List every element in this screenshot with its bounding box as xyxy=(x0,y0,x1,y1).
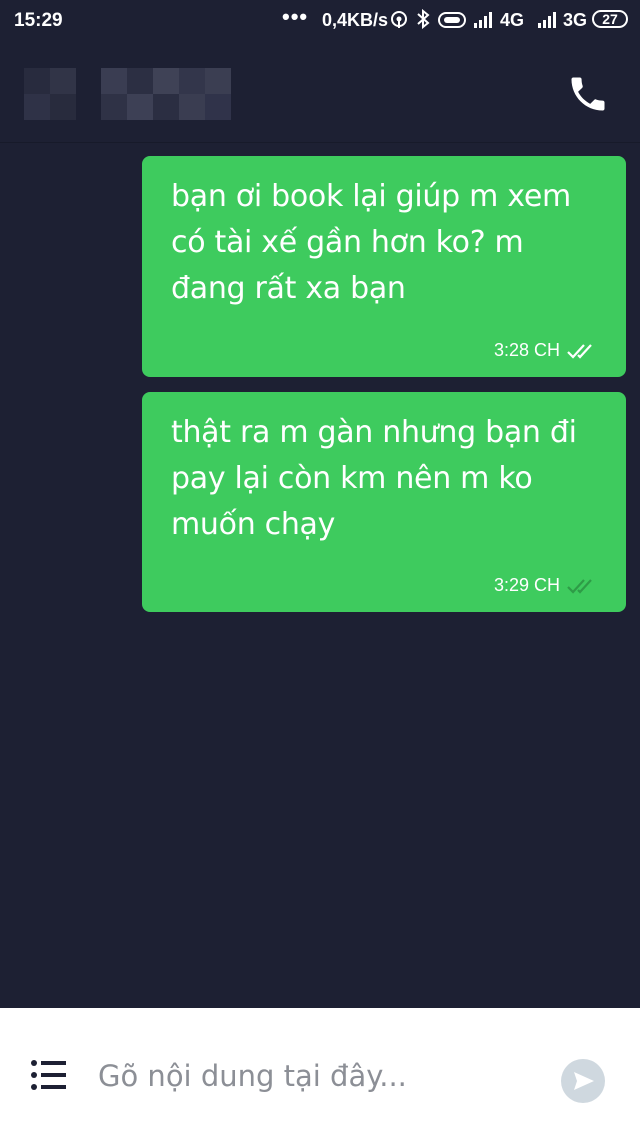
blurred-contact-name[interactable] xyxy=(101,68,231,120)
message-text: thật ra m gàn nhưng bạn đi pay lại còn k… xyxy=(171,415,577,542)
message-input[interactable] xyxy=(98,1054,538,1098)
double-check-icon xyxy=(567,343,592,359)
message-time: 3:28 CH xyxy=(493,340,560,360)
vpn-key-icon xyxy=(438,12,466,34)
message-bubble[interactable]: thật ra m gàn nhưng bạn đi pay lại còn k… xyxy=(142,392,626,612)
send-button[interactable] xyxy=(561,1059,605,1103)
message-composer xyxy=(0,1008,640,1137)
message-time: 3:29 CH xyxy=(493,575,560,595)
status-time: 15:29 xyxy=(14,10,63,31)
network-speed: 0,4KB/s xyxy=(322,10,389,30)
network-type-2: 3G xyxy=(563,10,588,30)
battery-level: 27 xyxy=(602,11,618,27)
status-dots: ••• xyxy=(282,4,309,29)
message-text: bạn ơi book lại giúp m xem có tài xế gần… xyxy=(171,179,571,306)
send-icon xyxy=(574,1072,594,1090)
message-meta: 3:29 CH xyxy=(494,575,598,596)
chat-area[interactable]: bạn ơi book lại giúp m xem có tài xế gần… xyxy=(0,142,640,1008)
hotspot-icon xyxy=(389,9,409,35)
menu-button[interactable] xyxy=(30,1058,68,1092)
message-bubble[interactable]: bạn ơi book lại giúp m xem có tài xế gần… xyxy=(142,156,626,377)
bluetooth-icon xyxy=(416,8,430,35)
status-bar: 15:29 ••• 0,4KB/s 4G 3G 27 xyxy=(0,0,640,44)
double-check-icon xyxy=(567,578,592,594)
chat-header xyxy=(0,44,640,143)
battery-icon: 27 xyxy=(592,10,628,28)
signal-icon xyxy=(474,12,494,34)
phone-call-button[interactable] xyxy=(566,72,610,116)
network-type-1: 4G xyxy=(500,10,525,30)
phone-icon xyxy=(571,77,605,111)
list-menu-icon xyxy=(31,1060,66,1090)
blurred-avatar[interactable] xyxy=(24,68,76,120)
signal-icon-2 xyxy=(538,12,558,34)
message-meta: 3:28 CH xyxy=(494,340,598,361)
